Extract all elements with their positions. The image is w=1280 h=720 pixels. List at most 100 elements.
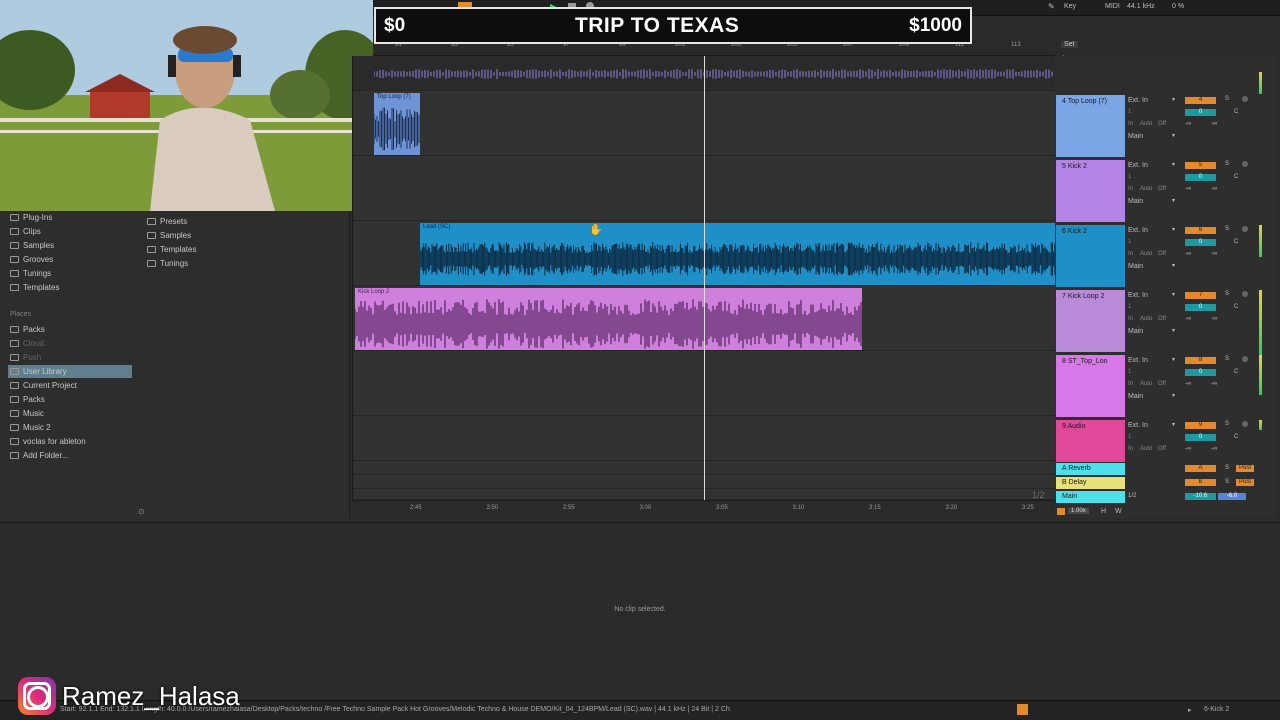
volume-field[interactable]: 0 <box>1185 239 1216 246</box>
track-number-8[interactable]: 8 <box>1185 357 1216 364</box>
browser-category-4[interactable]: Tunings <box>10 267 51 280</box>
arm-icon[interactable] <box>1242 356 1248 362</box>
folder-item-2[interactable]: Templates <box>147 245 196 254</box>
pan-button[interactable]: C <box>1234 174 1238 180</box>
output-routing[interactable]: Main <box>1128 198 1143 205</box>
solo-button[interactable]: S <box>1225 421 1229 427</box>
solo-button[interactable]: S <box>1225 356 1229 362</box>
monitor-auto[interactable]: Auto <box>1140 121 1152 127</box>
send-b-value[interactable]: -∞ <box>1211 446 1217 452</box>
dropdown-icon[interactable]: ▾ <box>1172 226 1175 233</box>
places-item-8[interactable]: voclas for ableton <box>10 435 86 448</box>
track-header-7[interactable]: 7 Kick Loop 2 <box>1056 290 1125 352</box>
monitor-in[interactable]: In <box>1128 446 1133 452</box>
main-volume[interactable]: -10.6 <box>1185 493 1216 500</box>
return-track-1[interactable]: B Delay <box>1056 477 1125 489</box>
monitor-off[interactable]: Off <box>1158 316 1166 322</box>
monitor-in[interactable]: In <box>1128 251 1133 257</box>
dropdown-icon[interactable]: ▾ <box>1172 96 1175 103</box>
monitor-in[interactable]: In <box>1128 381 1133 387</box>
send-a-value[interactable]: -∞ <box>1185 251 1191 257</box>
arm-icon[interactable] <box>1242 226 1248 232</box>
pan-button[interactable]: C <box>1234 239 1238 245</box>
output-routing[interactable]: Main <box>1128 133 1143 140</box>
solo-button[interactable]: S <box>1225 226 1229 232</box>
input-channel[interactable]: 1 <box>1128 109 1131 115</box>
input-type[interactable]: Ext. In <box>1128 422 1148 429</box>
clip-lead[interactable]: Lead (SC) <box>420 223 1056 285</box>
input-channel[interactable]: 1 <box>1128 174 1131 180</box>
return-track-2[interactable]: Main <box>1056 491 1125 503</box>
send-b-value[interactable]: -∞ <box>1211 381 1217 387</box>
places-item-2[interactable]: Push <box>10 351 41 364</box>
dropdown-icon[interactable]: ▾ <box>1172 356 1175 363</box>
monitor-auto[interactable]: Auto <box>1140 381 1152 387</box>
volume-field[interactable]: 0 <box>1185 109 1216 116</box>
send-a-value[interactable]: -∞ <box>1185 316 1191 322</box>
dropdown-icon[interactable]: ▾ <box>1172 327 1175 334</box>
monitor-off[interactable]: Off <box>1158 381 1166 387</box>
input-type[interactable]: Ext. In <box>1128 97 1148 104</box>
input-type[interactable]: Ext. In <box>1128 162 1148 169</box>
browser-category-3[interactable]: Grooves <box>10 253 53 266</box>
places-item-1[interactable]: Cloud <box>10 337 44 350</box>
track-header-8[interactable]: 8 ST_Top_Loo <box>1056 355 1125 417</box>
input-channel[interactable]: 1 <box>1128 369 1131 375</box>
track-header-4[interactable]: 4 Top Loop (7) <box>1056 95 1125 157</box>
monitor-off[interactable]: Off <box>1158 446 1166 452</box>
pan-button[interactable]: C <box>1234 109 1238 115</box>
play-small-icon[interactable]: ▸ <box>1188 706 1192 714</box>
pencil-icon[interactable]: ✎ <box>1048 2 1055 11</box>
send-b-value[interactable]: -∞ <box>1211 316 1217 322</box>
send-a-value[interactable]: -∞ <box>1185 186 1191 192</box>
arm-icon[interactable] <box>1242 421 1248 427</box>
track-number-7[interactable]: 7 <box>1185 292 1216 299</box>
browser-category-5[interactable]: Templates <box>10 281 59 294</box>
solo-button[interactable]: S <box>1225 479 1229 485</box>
pan-button[interactable]: C <box>1234 369 1238 375</box>
monitor-auto[interactable]: Auto <box>1140 446 1152 452</box>
browser-category-2[interactable]: Samples <box>10 239 54 252</box>
post-button[interactable]: Post <box>1236 479 1254 486</box>
dropdown-icon[interactable]: ▾ <box>1172 161 1175 168</box>
places-item-4[interactable]: Current Project <box>10 379 77 392</box>
time-ruler[interactable]: 2:45 2:50 2:55 3:00 3:05 3:10 3:15 3:20 3:25 <box>352 500 1055 518</box>
monitor-off[interactable]: Off <box>1158 121 1166 127</box>
follow-icon[interactable] <box>1057 508 1065 515</box>
browser-category-1[interactable]: Clips <box>10 225 41 238</box>
input-channel[interactable]: 1 <box>1128 304 1131 310</box>
places-item-6[interactable]: Music <box>10 407 44 420</box>
dropdown-icon[interactable]: ▾ <box>1172 392 1175 399</box>
places-item-0[interactable]: Packs <box>10 323 45 336</box>
post-button[interactable]: Post <box>1236 465 1254 472</box>
folder-item-3[interactable]: Tunings <box>147 259 188 268</box>
folder-item-0[interactable]: Presets <box>147 217 187 226</box>
volume-field[interactable]: 0 <box>1185 304 1216 311</box>
w-button[interactable]: W <box>1115 508 1122 515</box>
solo-button[interactable]: S <box>1225 96 1229 102</box>
folder-item-1[interactable]: Samples <box>147 231 191 240</box>
input-type[interactable]: Ext. In <box>1128 357 1148 364</box>
solo-button[interactable]: S <box>1225 291 1229 297</box>
places-item-7[interactable]: Music 2 <box>10 421 51 434</box>
return-letter-A[interactable]: A <box>1185 465 1216 472</box>
arm-icon[interactable] <box>1242 96 1248 102</box>
dropdown-icon[interactable]: ▾ <box>1172 132 1175 139</box>
volume-field[interactable]: 0 <box>1185 174 1216 181</box>
dropdown-icon[interactable]: ▾ <box>1172 421 1175 428</box>
track-header-5[interactable]: 5 Kick 2 <box>1056 160 1125 222</box>
places-item-5[interactable]: Packs <box>10 393 45 406</box>
monitor-in[interactable]: In <box>1128 316 1133 322</box>
input-type[interactable]: Ext. In <box>1128 227 1148 234</box>
send-a-value[interactable]: -∞ <box>1185 381 1191 387</box>
monitor-in[interactable]: In <box>1128 121 1133 127</box>
clip-kick-loop[interactable]: Kick Loop 2 <box>355 288 862 350</box>
browser-category-0[interactable]: Plug-Ins <box>10 211 52 224</box>
send-a-value[interactable]: -∞ <box>1185 446 1191 452</box>
dropdown-icon[interactable]: ▾ <box>1172 262 1175 269</box>
places-item-9[interactable]: Add Folder... <box>10 449 68 462</box>
pan-button[interactable]: C <box>1234 434 1238 440</box>
track-number-5[interactable]: 5 <box>1185 162 1216 169</box>
browser-toggle-icon[interactable]: ⊙ <box>138 507 145 516</box>
places-item-3[interactable]: User Library <box>10 365 67 378</box>
